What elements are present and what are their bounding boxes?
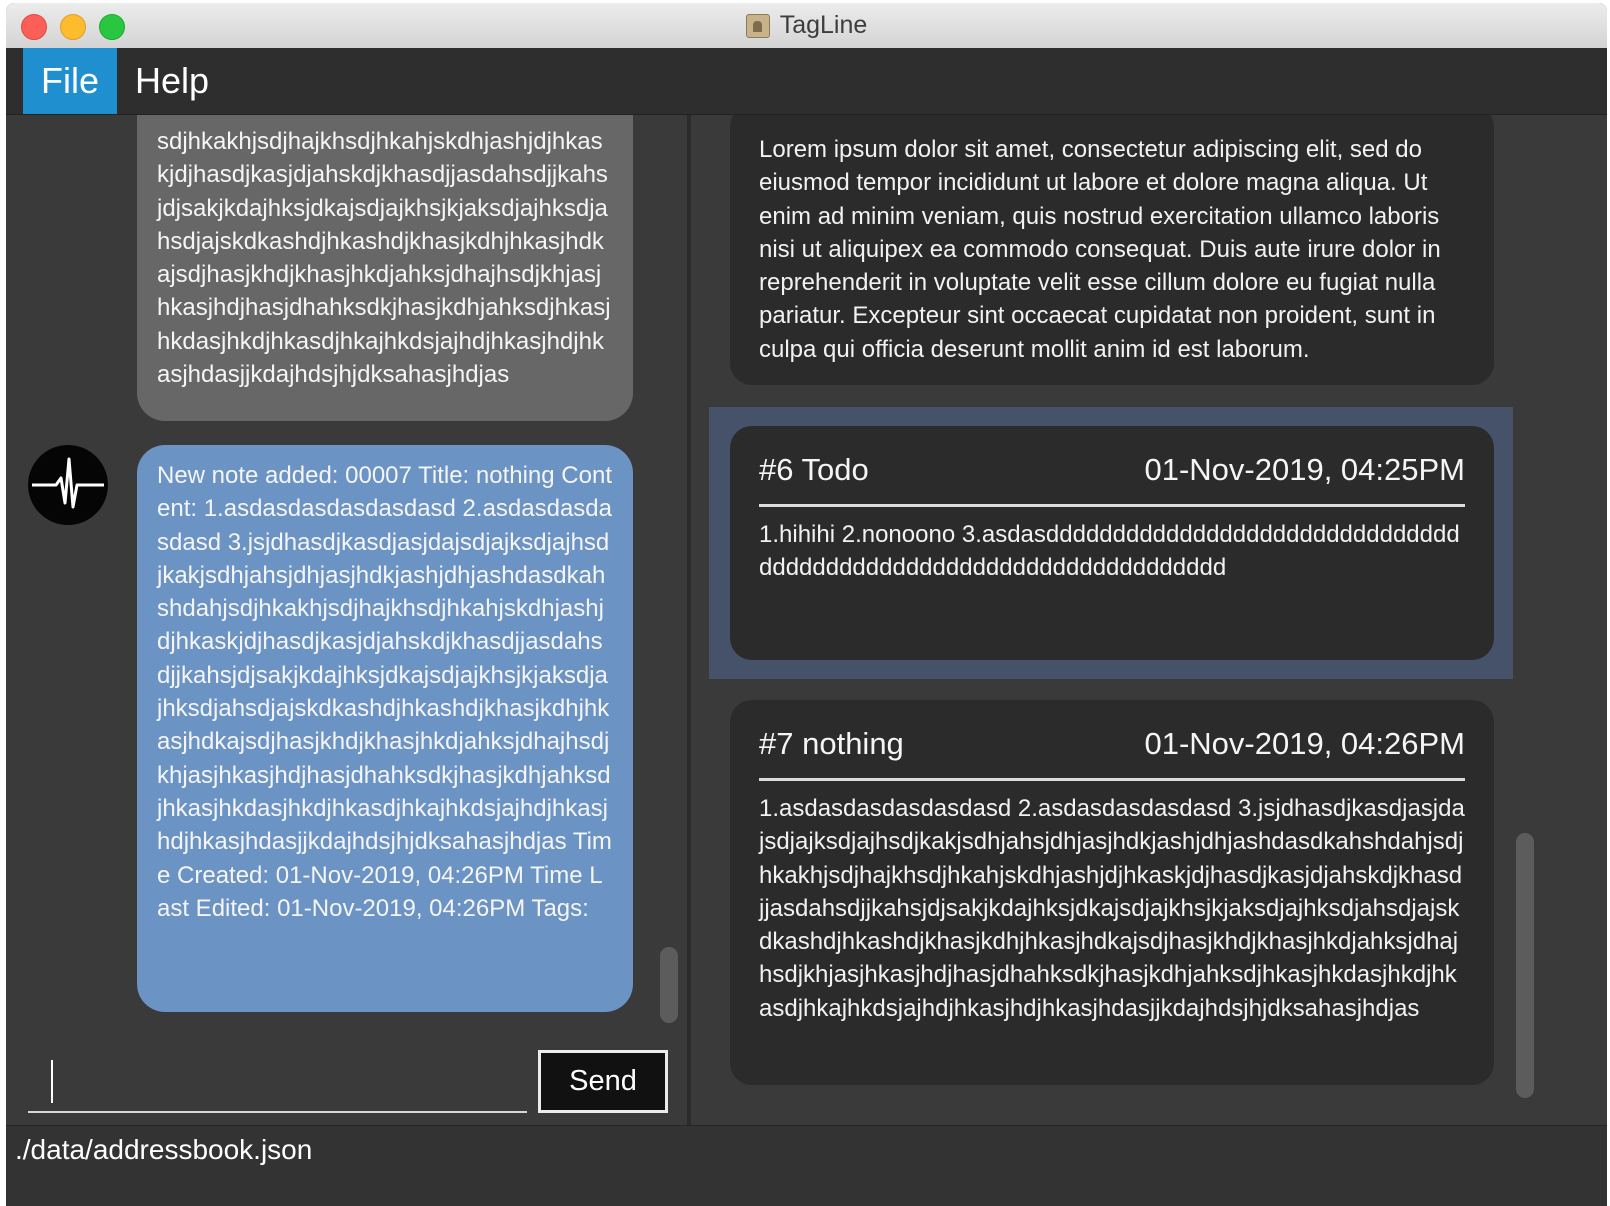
- chat-pane: sdjhkakhjsdjhajkhsdjhkahjskdhjashjdjhkas…: [6, 115, 687, 1125]
- note-content: Lorem ipsum dolor sit amet, consectetur …: [759, 136, 1441, 363]
- note-title: #6 Todo: [759, 452, 869, 487]
- app-window: TagLine File Help sdjhkakhjsdjhajkhsdjhk…: [6, 3, 1607, 1206]
- note-header: #7 nothing 01-Nov-2019, 04:26PM: [759, 726, 1465, 781]
- save-location-text: ./data/addressbook.json: [15, 1134, 313, 1165]
- bot-avatar: [28, 445, 108, 525]
- latest-message-bubble: New note added: 00007 Title: nothing Con…: [137, 445, 633, 1012]
- notes-pane: Lorem ipsum dolor sit amet, consectetur …: [691, 115, 1607, 1125]
- command-input[interactable]: [28, 1111, 527, 1113]
- app-icon: [745, 13, 770, 38]
- menu-help[interactable]: Help: [117, 48, 227, 114]
- note-header: #6 Todo 01-Nov-2019, 04:25PM: [759, 452, 1465, 507]
- note-card[interactable]: #7 nothing 01-Nov-2019, 04:26PM 1.asdasd…: [730, 700, 1494, 1085]
- send-button[interactable]: Send: [538, 1050, 668, 1113]
- previous-message-bubble: sdjhkakhjsdjhajkhsdjhkahjskdhjashjdjhkas…: [137, 115, 633, 421]
- note-card[interactable]: #6 Todo 01-Nov-2019, 04:25PM 1.hihihi 2.…: [730, 426, 1494, 660]
- note-content: 1.hihihi 2.nonoono 3.asdasdddddddddddddd…: [759, 521, 1460, 582]
- note-date: 01-Nov-2019, 04:26PM: [1144, 726, 1465, 761]
- menu-bar: File Help: [6, 48, 1607, 115]
- note-date: 01-Nov-2019, 04:25PM: [1144, 452, 1465, 487]
- previous-message-text: sdjhkakhjsdjhajkhsdjhkahjskdhjashjdjhkas…: [157, 128, 611, 389]
- title-bar: TagLine: [6, 3, 1607, 49]
- pulse-icon: [32, 457, 104, 509]
- note-title: #7 nothing: [759, 726, 904, 761]
- menu-file[interactable]: File: [23, 48, 118, 114]
- window-title: TagLine: [779, 11, 868, 39]
- chat-scrollbar[interactable]: [660, 947, 678, 1023]
- latest-message-text: New note added: 00007 Title: nothing Con…: [157, 462, 613, 922]
- status-bar: ./data/addressbook.json: [6, 1125, 1607, 1206]
- notes-scrollbar[interactable]: [1516, 833, 1534, 1098]
- text-cursor: [51, 1060, 53, 1103]
- note-content: 1.asdasdasdasdasdasd 2.asdasdasdasdasd 3…: [759, 795, 1465, 1022]
- note-card-previous[interactable]: Lorem ipsum dolor sit amet, consectetur …: [730, 115, 1494, 385]
